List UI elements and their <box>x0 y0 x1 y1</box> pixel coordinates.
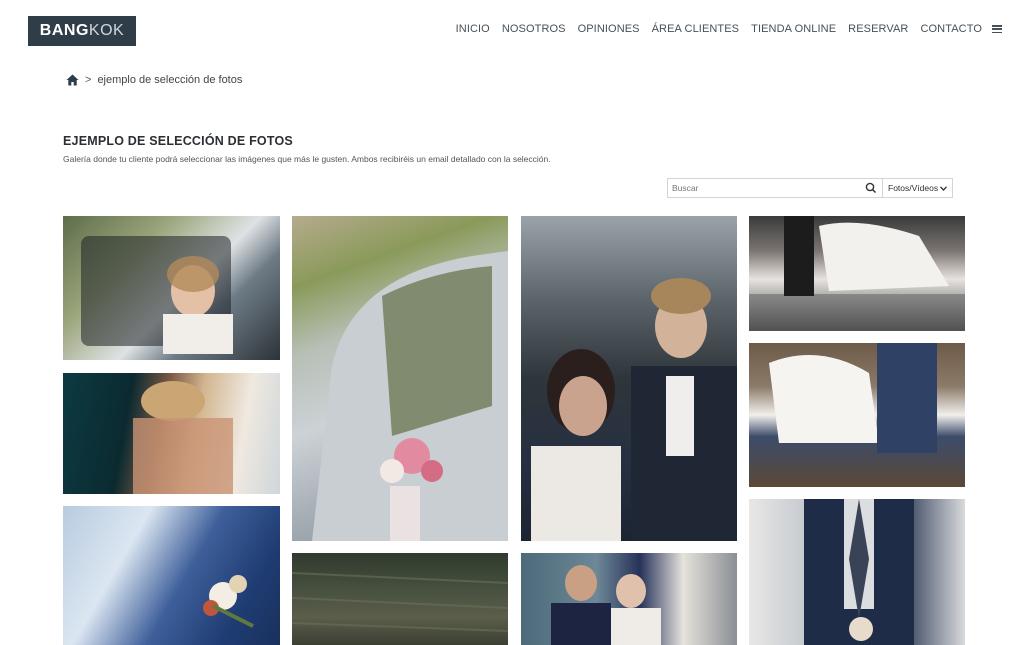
media-type-selected: Fotos/Vídeos <box>888 183 939 193</box>
gallery-photo[interactable] <box>63 373 280 494</box>
gallery-photo[interactable] <box>63 216 280 360</box>
nav-nosotros[interactable]: NOSOTROS <box>502 23 566 35</box>
search-icon[interactable] <box>864 181 878 195</box>
nav-tienda-online[interactable]: TIENDA ONLINE <box>751 23 836 35</box>
home-icon[interactable] <box>66 74 79 86</box>
nav-area-clientes[interactable]: ÁREA CLIENTES <box>652 23 740 35</box>
breadcrumb-separator: > <box>85 74 92 86</box>
gallery-photo[interactable] <box>521 553 737 645</box>
search-input[interactable] <box>668 179 864 197</box>
logo-light: KOK <box>88 22 125 39</box>
gallery-photo[interactable] <box>292 216 508 541</box>
chevron-down-icon <box>940 185 948 191</box>
nav-reservar[interactable]: RESERVAR <box>848 23 908 35</box>
nav-inicio[interactable]: INICIO <box>456 23 490 35</box>
gallery-photo[interactable] <box>292 553 508 645</box>
gallery-photo[interactable] <box>749 216 965 331</box>
gallery-photo[interactable] <box>749 499 965 645</box>
media-type-select[interactable]: Fotos/Vídeos <box>883 178 953 198</box>
nav-contacto[interactable]: CONTACTO <box>920 23 982 35</box>
breadcrumb: > ejemplo de selección de fotos <box>66 74 242 86</box>
logo-bold: BANG <box>39 22 89 39</box>
gallery-photo[interactable] <box>749 343 965 487</box>
hamburger-menu-icon[interactable] <box>992 25 1002 33</box>
main-nav: INICIO NOSOTROS OPINIONES ÁREA CLIENTES … <box>444 23 1002 35</box>
logo[interactable]: BANG KOK <box>28 16 136 46</box>
gallery-photo[interactable] <box>63 506 280 645</box>
page-title: EJEMPLO DE SELECCIÓN DE FOTOS <box>63 134 293 148</box>
breadcrumb-current: ejemplo de selección de fotos <box>97 74 243 86</box>
nav-opiniones[interactable]: OPINIONES <box>578 23 640 35</box>
gallery-photo[interactable] <box>521 216 737 541</box>
search-box <box>667 178 883 198</box>
page-description: Galería donde tu cliente podrá seleccion… <box>63 154 551 164</box>
